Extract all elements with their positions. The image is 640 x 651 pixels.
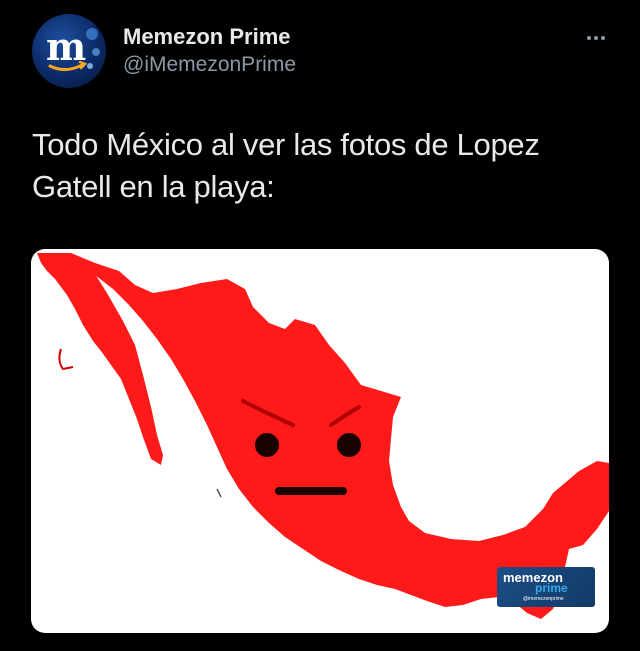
tweet: m Memezon Prime @iMemezonPrime Todo Méxi… bbox=[0, 0, 640, 651]
tweet-media[interactable]: memezon prime @imemezonprime bbox=[31, 249, 609, 633]
more-dot bbox=[601, 36, 605, 40]
tweet-text: Todo México al ver las fotos de Lopez Ga… bbox=[32, 127, 540, 204]
mouth bbox=[275, 487, 347, 495]
right-eye bbox=[337, 433, 361, 457]
coast-mark bbox=[216, 488, 222, 498]
baja-peninsula bbox=[37, 253, 163, 465]
watermark: memezon prime @imemezonprime bbox=[497, 567, 595, 607]
display-name[interactable]: Memezon Prime bbox=[123, 24, 291, 50]
user-handle[interactable]: @iMemezonPrime bbox=[123, 53, 296, 77]
memezon-logo-icon: m bbox=[46, 24, 100, 71]
more-options-button[interactable] bbox=[580, 28, 612, 48]
more-horizontal-icon bbox=[587, 36, 591, 40]
watermark-sub: prime bbox=[535, 581, 568, 595]
baja-coast-line bbox=[58, 348, 74, 371]
watermark-handle: @imemezonprime bbox=[523, 596, 564, 602]
left-eye bbox=[255, 433, 279, 457]
avatar[interactable]: m bbox=[32, 14, 106, 88]
more-dot bbox=[594, 36, 598, 40]
